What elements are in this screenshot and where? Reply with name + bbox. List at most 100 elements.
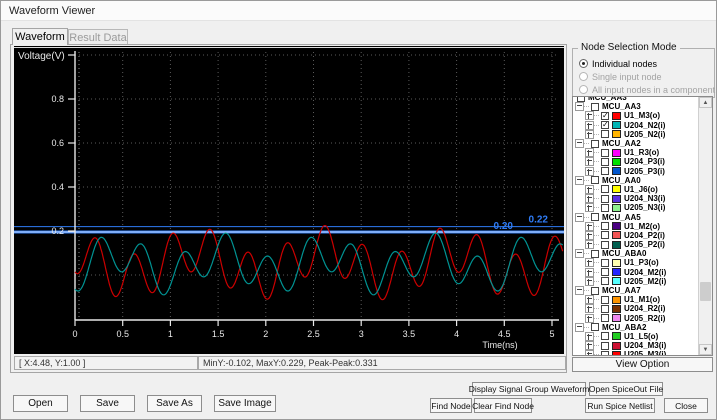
expand-icon[interactable] bbox=[585, 277, 594, 286]
tree-node-row[interactable]: U205_N2(i) bbox=[573, 130, 699, 139]
node-checkbox[interactable] bbox=[601, 158, 609, 166]
expand-icon[interactable] bbox=[585, 268, 594, 277]
expand-icon[interactable] bbox=[585, 304, 594, 313]
scroll-up-icon[interactable]: ▲ bbox=[699, 97, 712, 108]
expand-icon[interactable] bbox=[585, 185, 594, 194]
node-checkbox[interactable] bbox=[601, 268, 609, 276]
node-checkbox[interactable] bbox=[601, 222, 609, 230]
expand-icon[interactable] bbox=[585, 240, 594, 249]
node-checkbox[interactable] bbox=[577, 96, 585, 102]
tree-node-row[interactable]: U1_P3(o) bbox=[573, 258, 699, 267]
tree-node-row[interactable]: ✓U204_N2(i) bbox=[573, 121, 699, 130]
tree-group-row[interactable]: MCU_AA2 bbox=[573, 139, 699, 148]
tree-node-row[interactable]: U205_M2(i) bbox=[573, 277, 699, 286]
expand-icon[interactable] bbox=[585, 111, 594, 120]
expand-icon[interactable] bbox=[585, 167, 594, 176]
close-button[interactable]: Close bbox=[664, 398, 708, 413]
tree-scrollbar[interactable]: ▲ ▼ bbox=[698, 97, 712, 355]
tree-node-row[interactable]: U1_J6(o) bbox=[573, 185, 699, 194]
node-checkbox[interactable] bbox=[601, 332, 609, 340]
collapse-icon[interactable] bbox=[575, 213, 584, 222]
save-as-button[interactable]: Save As bbox=[147, 395, 202, 412]
tree-node-row[interactable]: U1_L5(o) bbox=[573, 332, 699, 341]
clear-find-node-button[interactable]: Clear Find Node bbox=[474, 398, 532, 413]
tree-node-row[interactable]: U205_M3(i) bbox=[573, 350, 699, 356]
tree-node-row[interactable]: U1_M1(o) bbox=[573, 295, 699, 304]
node-checkbox[interactable] bbox=[601, 342, 609, 350]
tree-node-row[interactable]: U205_R2(i) bbox=[573, 314, 699, 323]
tree-group-row[interactable]: MCU_AA7 bbox=[573, 286, 699, 295]
node-checkbox[interactable] bbox=[601, 185, 609, 193]
tree-group-row[interactable]: MCU_ABA0 bbox=[573, 249, 699, 258]
expand-icon[interactable] bbox=[585, 130, 594, 139]
tree-node-row[interactable]: U204_P3(i) bbox=[573, 157, 699, 166]
collapse-icon[interactable] bbox=[575, 286, 584, 295]
node-checkbox[interactable] bbox=[591, 176, 599, 184]
tree-node-row[interactable]: U204_N3(i) bbox=[573, 194, 699, 203]
run-spice-netlist-button[interactable]: Run Spice Netlist bbox=[585, 398, 655, 413]
open-spiceout-file-button[interactable]: Open SpiceOut File bbox=[589, 382, 663, 396]
node-checkbox[interactable] bbox=[601, 314, 609, 322]
node-tree[interactable]: MCU_AA3MCU_AA3✓U1_M3(o)✓U204_N2(i)U205_N… bbox=[572, 96, 713, 356]
expand-icon[interactable] bbox=[585, 295, 594, 304]
tree-node-row[interactable]: U205_P2(i) bbox=[573, 240, 699, 249]
expand-icon[interactable] bbox=[585, 148, 594, 157]
expand-icon[interactable] bbox=[585, 203, 594, 212]
expand-icon[interactable] bbox=[585, 231, 594, 240]
node-checkbox[interactable] bbox=[591, 287, 599, 295]
expand-icon[interactable] bbox=[585, 157, 594, 166]
tree-node-row[interactable]: U1_M2(o) bbox=[573, 222, 699, 231]
expand-icon[interactable] bbox=[585, 258, 594, 267]
scrollbar-thumb[interactable] bbox=[700, 282, 711, 301]
node-checkbox[interactable] bbox=[591, 213, 599, 221]
expand-icon[interactable] bbox=[585, 332, 594, 341]
expand-icon[interactable] bbox=[585, 121, 594, 130]
node-checkbox[interactable] bbox=[591, 103, 599, 111]
node-checkbox[interactable] bbox=[601, 241, 609, 249]
expand-icon[interactable] bbox=[585, 350, 594, 356]
tab-result-data[interactable]: Result Data bbox=[68, 29, 128, 45]
radio-icon[interactable] bbox=[579, 59, 588, 68]
collapse-icon[interactable] bbox=[575, 323, 584, 332]
tree-node-row[interactable]: U204_R2(i) bbox=[573, 304, 699, 313]
node-checkbox[interactable] bbox=[601, 195, 609, 203]
tree-node-row[interactable]: U204_M3(i) bbox=[573, 341, 699, 350]
tree-node-row[interactable]: U1_R3(o) bbox=[573, 148, 699, 157]
node-checkbox[interactable] bbox=[601, 204, 609, 212]
collapse-icon[interactable] bbox=[575, 176, 584, 185]
node-checkbox[interactable]: ✓ bbox=[601, 121, 609, 129]
tree-node-row[interactable]: U204_P2(i) bbox=[573, 231, 699, 240]
node-checkbox[interactable] bbox=[591, 140, 599, 148]
display-signal-group-waveform-button[interactable]: Display Signal Group Waveform bbox=[472, 382, 586, 396]
find-node-button[interactable]: Find Node bbox=[430, 398, 472, 413]
node-checkbox[interactable] bbox=[601, 167, 609, 175]
node-checkbox[interactable] bbox=[601, 351, 609, 356]
tab-waveform[interactable]: Waveform bbox=[12, 28, 68, 45]
node-checkbox[interactable] bbox=[601, 231, 609, 239]
radio-option-0[interactable]: Individual nodes bbox=[579, 58, 657, 69]
collapse-icon[interactable] bbox=[575, 249, 584, 258]
expand-icon[interactable] bbox=[585, 314, 594, 323]
node-checkbox[interactable] bbox=[601, 149, 609, 157]
node-checkbox[interactable] bbox=[601, 130, 609, 138]
node-checkbox[interactable]: ✓ bbox=[601, 112, 609, 120]
expand-icon[interactable] bbox=[585, 194, 594, 203]
tree-node-row[interactable]: ✓U1_M3(o) bbox=[573, 111, 699, 120]
collapse-icon[interactable] bbox=[575, 139, 584, 148]
tree-node-row[interactable]: U205_P3(i) bbox=[573, 167, 699, 176]
expand-icon[interactable] bbox=[585, 222, 594, 231]
open-button[interactable]: Open bbox=[13, 395, 68, 412]
node-checkbox[interactable] bbox=[601, 259, 609, 267]
tree-group-row[interactable]: MCU_AA3 bbox=[573, 102, 699, 111]
tree-node-row[interactable]: U205_N3(i) bbox=[573, 203, 699, 212]
node-checkbox[interactable] bbox=[601, 277, 609, 285]
node-checkbox[interactable] bbox=[601, 305, 609, 313]
view-option-button[interactable]: View Option bbox=[572, 357, 713, 372]
node-checkbox[interactable] bbox=[601, 296, 609, 304]
node-checkbox[interactable] bbox=[591, 323, 599, 331]
tree-group-row[interactable]: MCU_ABA2 bbox=[573, 323, 699, 332]
collapse-icon[interactable] bbox=[575, 102, 584, 111]
scroll-down-icon[interactable]: ▼ bbox=[699, 344, 712, 355]
node-checkbox[interactable] bbox=[591, 250, 599, 258]
expand-icon[interactable] bbox=[585, 341, 594, 350]
